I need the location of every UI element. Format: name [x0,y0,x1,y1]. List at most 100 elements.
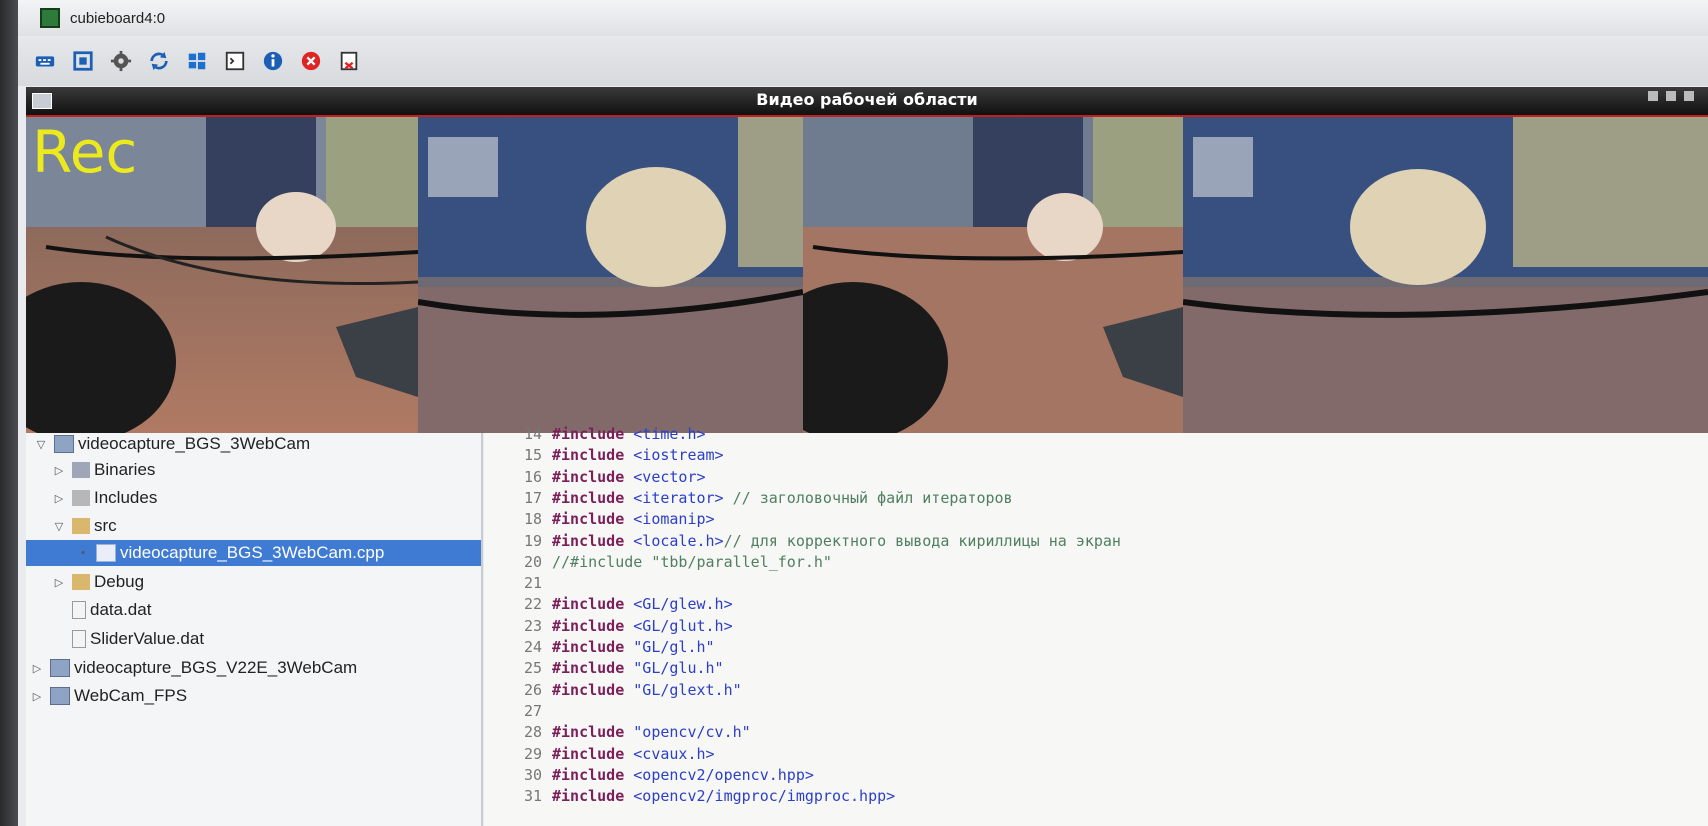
video-window-titlebar: Видео рабочей области [26,87,1708,117]
collapsed-arrow-icon[interactable]: ▷ [52,492,66,505]
tree-item-includes[interactable]: ▷ Includes [52,485,158,511]
window-menu-icon[interactable] [32,93,52,109]
include-keyword: #include [552,787,634,806]
cpp-file-icon [96,544,116,562]
collapsed-arrow-icon[interactable]: ▷ [52,576,66,589]
tree-item-src[interactable]: ▽ src [52,513,117,539]
include-keyword: #include [552,616,634,635]
binaries-icon [72,462,90,478]
fullscreen-icon[interactable] [70,48,96,74]
include-path: <vector> [633,467,706,486]
camera-frame-3 [803,117,1183,433]
close-icon[interactable] [1684,91,1694,101]
collapsed-arrow-icon[interactable]: ▷ [30,690,44,703]
line-number: 18 [523,510,542,529]
line-number: 15 [523,446,542,465]
minimize-icon[interactable] [1648,91,1658,101]
expanded-arrow-icon[interactable]: ▽ [34,438,48,451]
project-icon [50,659,70,677]
code-line[interactable]: 22 #include <GL/glew.h> [484,593,733,615]
code-line[interactable]: 24 #include "GL/gl.h" [484,636,715,658]
refresh-icon[interactable] [146,48,172,74]
code-line[interactable]: 30 #include <opencv2/opencv.hpp> [484,764,814,786]
code-line[interactable]: 20 //#include "tbb/parallel_for.h" [484,551,832,573]
folder-icon [72,574,90,590]
include-path: "GL/glu.h" [633,659,724,678]
line-number: 23 [523,616,542,635]
terminal-icon[interactable] [222,48,248,74]
video-frames: Rec [26,117,1708,433]
code-line[interactable]: 15 #include <iostream> [484,444,724,466]
info-icon[interactable] [260,48,286,74]
line-number: 14 [523,425,542,443]
code-line[interactable]: 17 #include <iterator> // заголовочный фа… [484,487,1013,509]
include-keyword: #include [552,595,634,614]
tree-item-project-2[interactable]: ▷ videocapture_BGS_V22E_3WebCam [30,655,357,681]
collapsed-arrow-icon[interactable]: ▷ [52,464,66,477]
line-number: 28 [523,723,542,742]
maximize-icon[interactable] [1666,91,1676,101]
include-keyword: #include [552,510,634,529]
include-path: <GL/glut.h> [633,616,733,635]
include-path: "opencv/cv.h" [633,723,751,742]
line-number: 26 [523,680,542,699]
camera-frame-4 [1183,117,1708,433]
project-icon [50,687,70,705]
toolbar [18,36,1708,86]
line-number: 24 [523,638,542,656]
camera-frame-1: Rec [26,117,418,433]
line-number: 20 [523,552,542,571]
tree-item-project-1[interactable]: ▽ videocapture_BGS_3WebCam [34,431,310,457]
code-line[interactable]: 19 #include <locale.h>// для корректного … [484,530,1121,552]
include-keyword: #include [552,446,634,465]
code-line[interactable]: 21 [484,572,552,594]
line-number: 27 [523,701,542,720]
include-keyword: #include [552,488,634,507]
include-path: "GL/glext.h" [633,680,742,699]
keyboard-icon[interactable] [32,48,58,74]
code-comment: //#include "tbb/parallel_for.h" [552,552,832,571]
code-line[interactable]: 29 #include <cvaux.h> [484,743,715,765]
code-comment: // заголовочный файл итераторов [723,488,1013,507]
include-keyword: #include [552,531,634,550]
line-number: 30 [523,765,542,784]
tree-item-debug[interactable]: ▷ Debug [52,569,144,595]
code-line[interactable]: 16 #include <vector> [484,466,706,488]
code-line[interactable]: 27 [484,700,552,722]
line-number: 17 [523,488,542,507]
expanded-arrow-icon[interactable]: ▽ [52,520,66,533]
code-line[interactable]: 18 #include <iomanip> [484,508,715,530]
include-path: <iterator> [633,488,724,507]
project-icon [54,435,74,453]
code-line[interactable]: 25 #include "GL/glu.h" [484,657,724,679]
code-line[interactable]: 31 #include <opencv2/imgproc/imgproc.hpp> [484,785,895,807]
rec-overlay-text: Rec [32,118,138,186]
settings-icon[interactable] [108,48,134,74]
code-editor[interactable]: 14 #include <time.h> 15 #include <iostream>… [484,425,1708,826]
code-line[interactable]: 26 #include "GL/glext.h" [484,679,742,701]
stop-icon[interactable] [298,48,324,74]
folder-icon [72,518,90,534]
include-path: <time.h> [633,425,706,443]
tree-item-binaries[interactable]: ▷ Binaries [52,457,156,483]
project-explorer: ▽ videocapture_BGS_3WebCam ▷ Binaries ▷ … [26,433,483,826]
include-path: <locale.h> [633,531,724,550]
code-line[interactable]: 23 #include <GL/glut.h> [484,615,733,637]
include-keyword: #include [552,744,634,763]
tree-item-data-dat[interactable]: data.dat [66,597,151,623]
tree-item-cpp-file[interactable]: • videocapture_BGS_3WebCam.cpp [26,540,481,566]
line-number: 29 [523,744,542,763]
include-path: <opencv2/imgproc/imgproc.hpp> [633,787,896,806]
video-window: Видео рабочей области Rec [26,87,1708,433]
include-path: <iomanip> [633,510,715,529]
disconnect-icon[interactable] [336,48,362,74]
window-title: cubieboard4:0 [70,9,166,27]
include-keyword: #include [552,659,634,678]
include-keyword: #include [552,425,634,443]
code-line[interactable]: 28 #include "opencv/cv.h" [484,721,751,743]
code-line[interactable]: 14 #include <time.h> [484,423,706,445]
windows-icon[interactable] [184,48,210,74]
tree-item-slidervalue-dat[interactable]: SliderValue.dat [66,626,204,652]
collapsed-arrow-icon[interactable]: ▷ [30,662,44,675]
tree-item-project-3[interactable]: ▷ WebCam_FPS [30,683,187,709]
